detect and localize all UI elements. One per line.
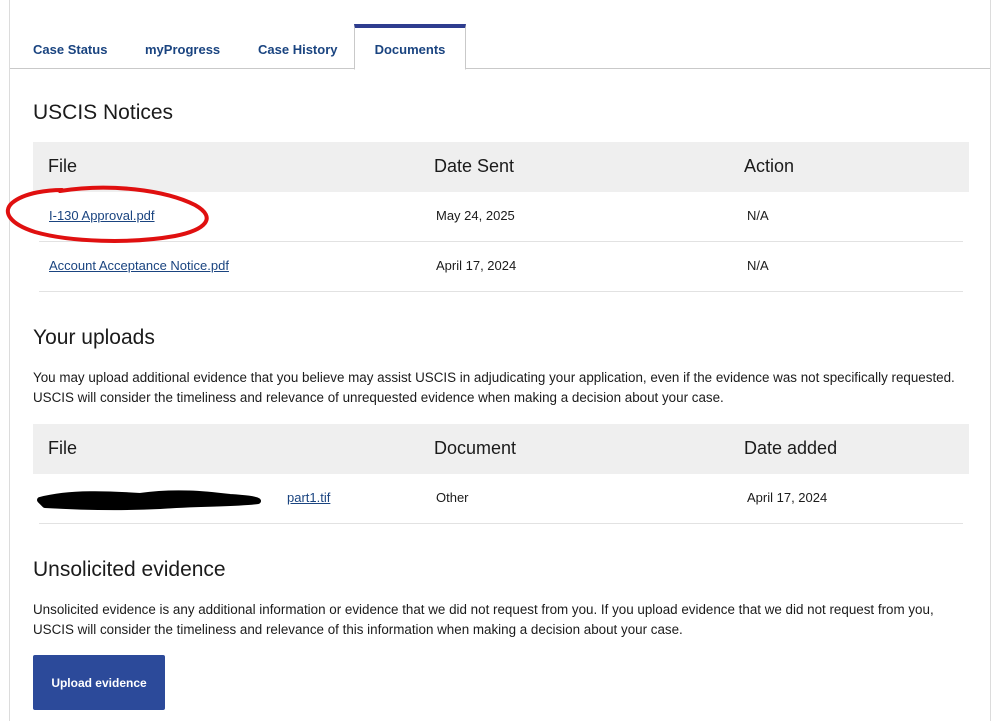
unsolicited-title: Unsolicited evidence xyxy=(33,558,226,581)
tab-myprogress[interactable]: myProgress xyxy=(145,42,220,57)
tab-case-history[interactable]: Case History xyxy=(258,42,337,57)
action-value: N/A xyxy=(747,258,769,273)
header-date-added: Date added xyxy=(744,438,838,458)
file-link-i130-approval[interactable]: I-130 Approval.pdf xyxy=(49,208,155,223)
date-sent: May 24, 2025 xyxy=(436,208,515,223)
file-link-upload[interactable]: part1.tif xyxy=(287,490,330,505)
unsolicited-description: Unsolicited evidence is any additional i… xyxy=(33,602,934,637)
notices-table-header: File Date Sent Action xyxy=(33,142,969,192)
tab-bar: Case Status myProgress Case History Docu… xyxy=(10,0,990,70)
date-added: April 17, 2024 xyxy=(747,490,828,505)
action-value: N/A xyxy=(747,208,769,223)
uploads-table-header: File Document Date added xyxy=(33,424,969,474)
uploads-table: File Document Date added part1.tif Other… xyxy=(33,424,969,524)
table-row: Account Acceptance Notice.pdf April 17, … xyxy=(39,242,963,292)
table-row: part1.tif Other April 17, 2024 xyxy=(39,474,963,524)
header-file: File xyxy=(48,438,78,458)
uploads-description: You may upload additional evidence that … xyxy=(33,370,955,405)
header-date-sent: Date Sent xyxy=(434,156,515,176)
uploads-title: Your uploads xyxy=(33,326,155,349)
table-row: I-130 Approval.pdf May 24, 2025 N/A xyxy=(39,192,963,242)
notices-title: USCIS Notices xyxy=(33,101,174,124)
documents-panel: Case Status myProgress Case History Docu… xyxy=(9,0,991,721)
header-document: Document xyxy=(434,438,517,458)
header-file: File xyxy=(48,156,78,176)
file-link-account-acceptance[interactable]: Account Acceptance Notice.pdf xyxy=(49,258,229,273)
tab-documents[interactable]: Documents xyxy=(354,24,466,70)
tab-case-status[interactable]: Case Status xyxy=(33,42,107,57)
upload-evidence-button[interactable]: Upload evidence xyxy=(33,655,165,710)
notices-table: File Date Sent Action I-130 Approval.pdf… xyxy=(33,142,969,292)
document-type: Other xyxy=(436,490,469,505)
header-action: Action xyxy=(744,156,795,176)
date-sent: April 17, 2024 xyxy=(436,258,517,273)
